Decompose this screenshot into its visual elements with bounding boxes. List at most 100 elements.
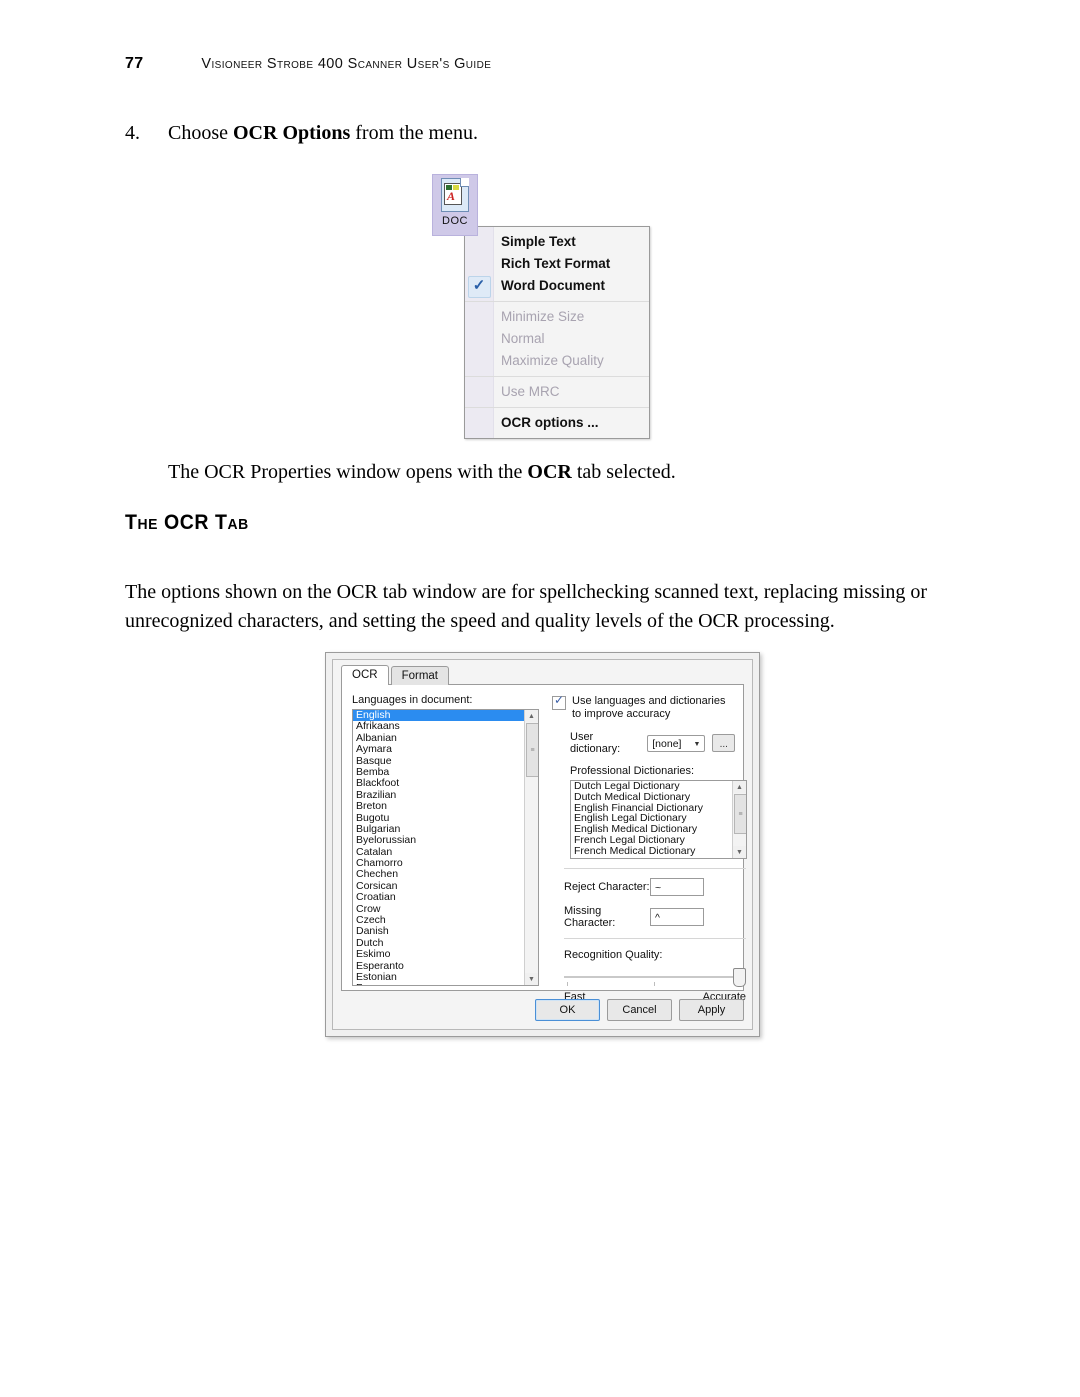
user-dictionary-dropdown[interactable]: [none] ▼: [647, 734, 706, 752]
context-menu-group: Minimize Size Normal Maximize Quality: [465, 301, 649, 376]
professional-dictionaries-label: Professional Dictionaries:: [570, 765, 695, 777]
missing-character-label: Missing Character:: [564, 905, 616, 929]
reject-character-label: Reject Character:: [564, 881, 650, 893]
use-dictionaries-checkbox-row[interactable]: ✓ Use languages and dictionaries to impr…: [552, 694, 735, 720]
language-list-item[interactable]: Brazilian: [353, 790, 524, 801]
tab-label: OCR: [352, 669, 378, 681]
menu-item-label: OCR options ...: [501, 415, 599, 430]
user-dictionary-label: User dictionary:: [570, 731, 621, 755]
doc-icon-label: DOC: [442, 215, 468, 227]
slider-thumb[interactable]: [733, 968, 746, 987]
missing-character-input[interactable]: ^: [650, 908, 704, 926]
doc-format-icon[interactable]: A DOC: [432, 174, 478, 236]
scroll-down-icon[interactable]: ▼: [525, 973, 538, 985]
language-list-item[interactable]: Corsican: [353, 881, 524, 892]
language-list-item[interactable]: Crow: [353, 904, 524, 915]
user-dictionary-row: User dictionary: [none] ▼ ...: [552, 731, 735, 755]
menu-item-ocr-options[interactable]: OCR options ...: [465, 412, 649, 434]
language-list-item[interactable]: Chechen: [353, 869, 524, 880]
user-dictionary-value: [none]: [652, 737, 682, 750]
professional-dictionaries-listbox[interactable]: Dutch Legal Dictionary Dutch Medical Dict…: [570, 780, 747, 859]
ok-button[interactable]: OK: [535, 999, 600, 1021]
running-header: 77 Visioneer Strobe 400 Scanner User's G…: [125, 55, 491, 73]
languages-listbox[interactable]: English Afrikaans Albanian Aymara Basque Bemb…: [352, 709, 539, 986]
language-list-item[interactable]: Aymara: [353, 744, 524, 755]
language-list-item[interactable]: Byelorussian: [353, 835, 524, 846]
tab-format[interactable]: Format: [390, 666, 449, 685]
letter-a-icon: A: [447, 189, 456, 203]
scroll-thumb[interactable]: ≡: [734, 794, 746, 834]
scroll-down-icon[interactable]: ▼: [733, 846, 746, 858]
languages-label: Languages in document:: [352, 694, 473, 706]
scroll-up-icon[interactable]: ▲: [733, 781, 746, 793]
language-list-item[interactable]: Czech: [353, 915, 524, 926]
menu-item-use-mrc: Use MRC: [465, 381, 649, 403]
slider-tick: [567, 982, 568, 986]
format-context-menu[interactable]: Simple Text Rich Text Format ✓ Word Docu…: [464, 226, 650, 439]
dialog-button-row: OK Cancel Apply: [535, 999, 744, 1021]
step-text-before: Choose: [168, 122, 233, 144]
language-list-item[interactable]: Eskimo: [353, 949, 524, 960]
language-list-item[interactable]: Bulgarian: [353, 824, 524, 835]
menu-item-label: Minimize Size: [501, 309, 585, 324]
language-list-item[interactable]: Danish: [353, 926, 524, 937]
language-list-item[interactable]: Breton: [353, 801, 524, 812]
language-list-item[interactable]: Estonian: [353, 972, 524, 983]
language-list-item[interactable]: Faroese: [353, 983, 524, 985]
menu-item-label: Maximize Quality: [501, 353, 604, 368]
language-list-item[interactable]: English: [353, 710, 524, 722]
chevron-down-icon: ▼: [693, 740, 701, 748]
ocr-properties-dialog: OCR Format Languages in document: Englis…: [325, 652, 760, 1037]
book-title: Visioneer Strobe 400 Scanner User's Guid…: [201, 56, 492, 72]
paragraph-text-before: The OCR Properties window opens with the: [168, 461, 528, 483]
reject-character-input[interactable]: ~: [650, 878, 704, 896]
language-list-item[interactable]: Albanian: [353, 733, 524, 744]
languages-list[interactable]: English Afrikaans Albanian Aymara Basque Bemb…: [353, 710, 524, 985]
use-dictionaries-label: Use languages and dictionaries to improv…: [572, 695, 726, 720]
checkbox-icon[interactable]: ✓: [552, 694, 566, 710]
document-thumbnail-icon: A: [444, 183, 462, 205]
browse-dictionary-button[interactable]: ...: [712, 734, 735, 752]
context-menu-group: OCR options ...: [465, 407, 649, 438]
professional-dictionary-item[interactable]: Dutch Medical Dictionary: [571, 791, 732, 803]
language-list-item[interactable]: Dutch: [353, 938, 524, 949]
language-list-item[interactable]: Afrikaans: [353, 721, 524, 732]
document-page-icon: A: [441, 178, 469, 212]
menu-item-label: Use MRC: [501, 384, 560, 399]
scroll-up-icon[interactable]: ▲: [525, 710, 538, 722]
divider: [564, 868, 746, 869]
language-list-item[interactable]: Catalan: [353, 847, 524, 858]
menu-item-simple-text[interactable]: Simple Text: [465, 231, 649, 253]
tab-label: Format: [401, 670, 438, 682]
slider-tick: [654, 982, 655, 986]
step-item: 4. Choose OCR Options from the menu.: [125, 120, 925, 146]
section-heading: The OCR Tab: [125, 511, 249, 534]
step-text-after: from the menu.: [350, 122, 478, 144]
recognition-quality-label: Recognition Quality:: [564, 949, 663, 961]
intro-paragraph: The options shown on the OCR tab window …: [125, 581, 928, 632]
professional-dictionary-item[interactable]: French Medical Dictionary: [571, 845, 732, 857]
tab-ocr[interactable]: OCR: [341, 665, 389, 685]
page-number: 77: [125, 55, 144, 72]
language-list-item[interactable]: Bugotu: [353, 813, 524, 824]
language-list-item[interactable]: Esperanto: [353, 961, 524, 972]
languages-scrollbar[interactable]: ▲ ≡ ▼: [524, 710, 538, 985]
language-list-item[interactable]: Croatian: [353, 892, 524, 903]
checkmark-icon: ✓: [472, 277, 486, 294]
language-list-item[interactable]: Chamorro: [353, 858, 524, 869]
recognition-quality-slider[interactable]: [564, 968, 746, 987]
scroll-thumb[interactable]: ≡: [526, 723, 538, 777]
menu-item-word-document[interactable]: ✓ Word Document: [465, 275, 649, 298]
menu-item-rich-text-format[interactable]: Rich Text Format: [465, 253, 649, 275]
professional-dictionaries-scrollbar[interactable]: ▲ ≡ ▼: [732, 781, 746, 858]
language-list-item[interactable]: Blackfoot: [353, 778, 524, 789]
apply-button[interactable]: Apply: [679, 999, 744, 1021]
cancel-button[interactable]: Cancel: [607, 999, 672, 1021]
paragraph-text-after: tab selected.: [571, 461, 676, 483]
menu-item-label: Simple Text: [501, 234, 576, 249]
dialog-tabstrip: OCR Format: [341, 665, 451, 685]
language-list-item[interactable]: Bemba: [353, 767, 524, 778]
professional-dictionaries-list[interactable]: Dutch Legal Dictionary Dutch Medical Dict…: [571, 781, 732, 857]
language-list-item[interactable]: Basque: [353, 756, 524, 767]
menu-item-maximize-quality: Maximize Quality: [465, 350, 649, 372]
